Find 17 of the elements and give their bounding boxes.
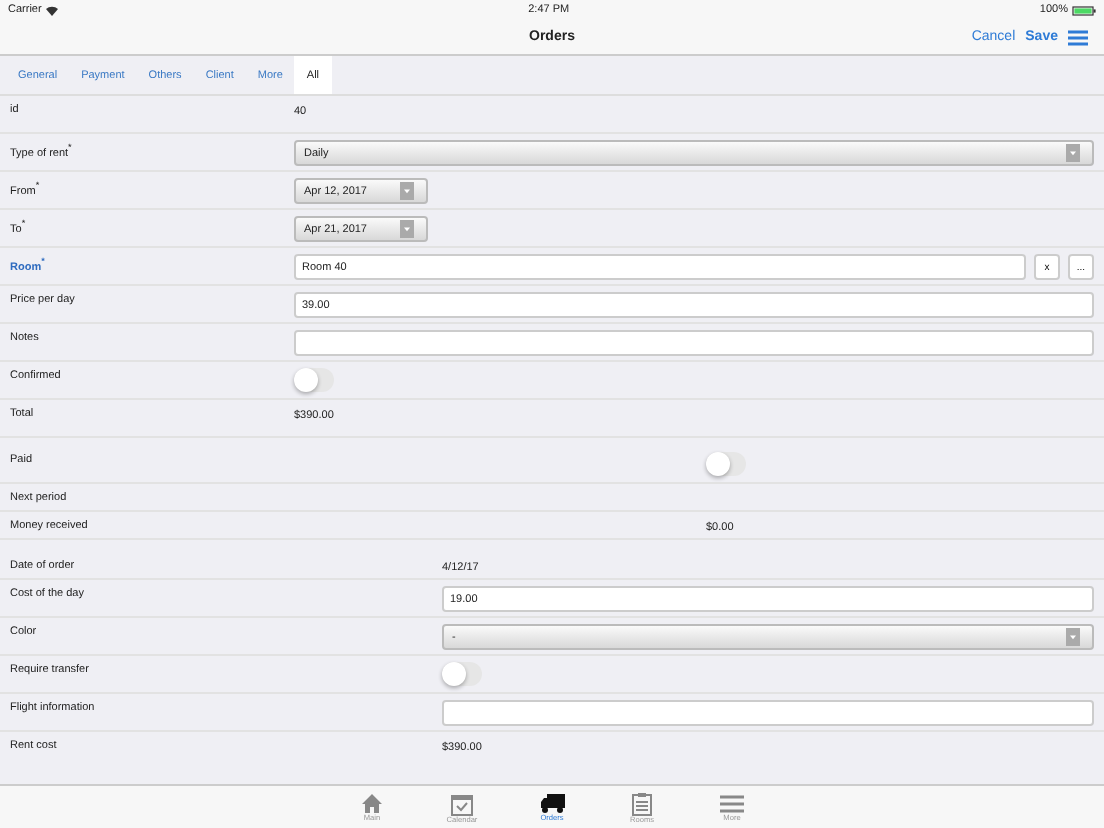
input-field[interactable] xyxy=(442,700,1094,726)
menu-icon xyxy=(720,793,744,813)
toggle-switch[interactable] xyxy=(442,662,482,686)
wifi-icon xyxy=(45,5,58,15)
caret-icon xyxy=(404,226,410,232)
clipboard-icon xyxy=(632,791,652,815)
toggle-switch[interactable] xyxy=(294,368,334,392)
toggle-switch[interactable] xyxy=(706,452,746,476)
input-field[interactable] xyxy=(294,330,1094,356)
truck-icon xyxy=(539,792,565,814)
calendar-icon xyxy=(450,791,474,815)
house-icon xyxy=(360,792,384,814)
caret-icon xyxy=(404,188,410,194)
caret-icon xyxy=(1070,634,1076,640)
menu-icon[interactable] xyxy=(1068,29,1088,45)
caret-icon xyxy=(1070,150,1076,156)
battery-icon xyxy=(1072,5,1096,15)
